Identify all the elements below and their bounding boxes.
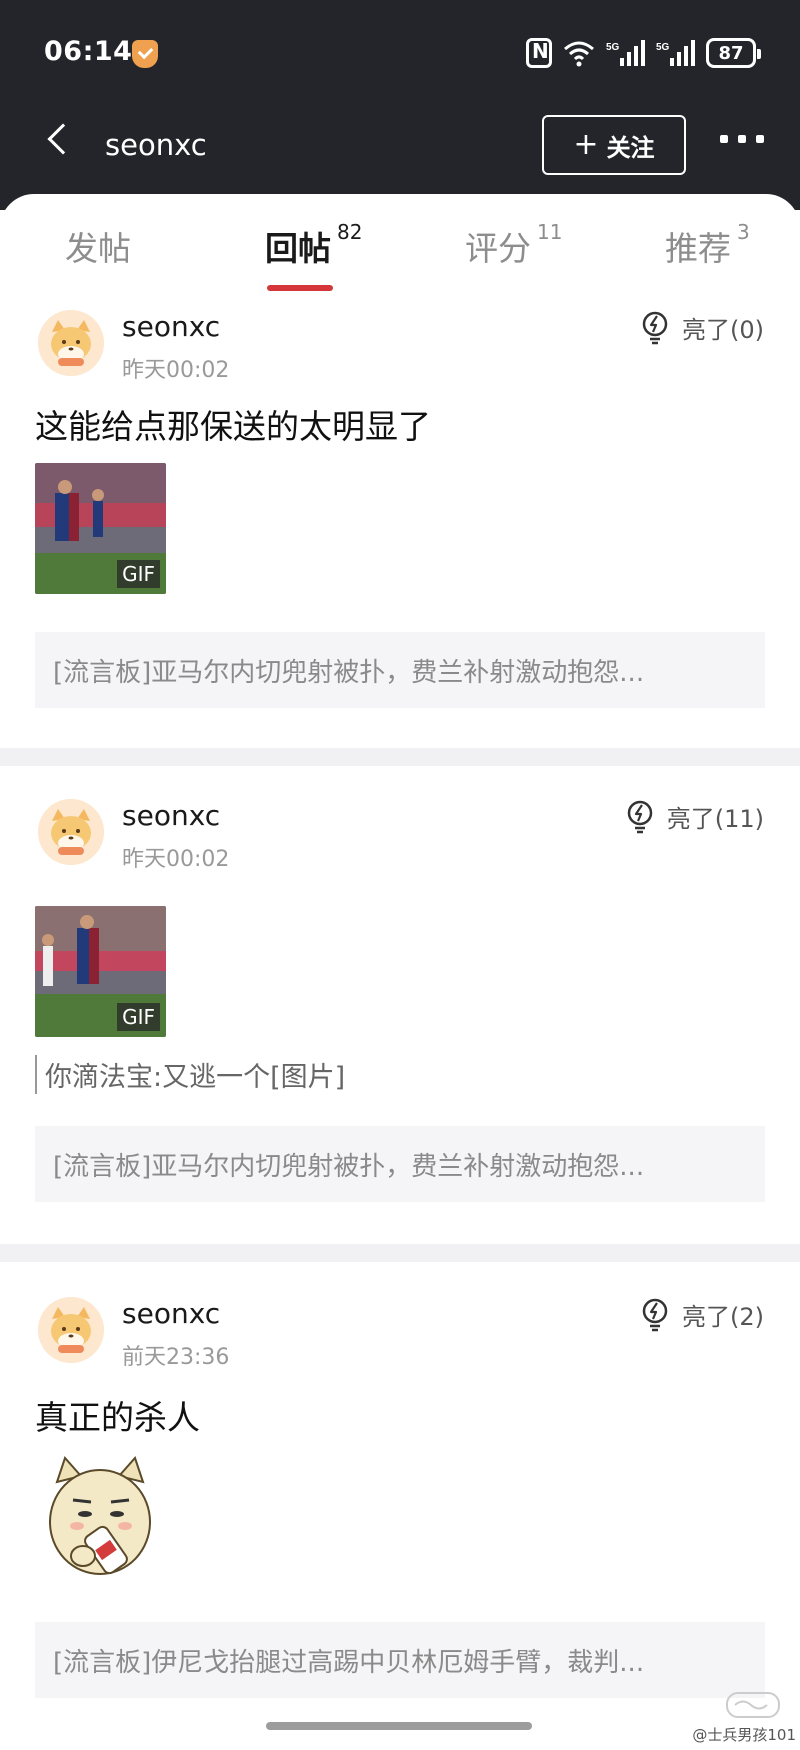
avatar[interactable]: [38, 1297, 104, 1363]
tab-count: 11: [537, 220, 563, 244]
divider: [0, 748, 800, 766]
tab-replies[interactable]: 回帖 82: [265, 220, 363, 270]
like-button[interactable]: 亮了(11): [625, 799, 764, 834]
like-label: 亮了(2): [682, 1303, 764, 1331]
thread-reference[interactable]: [流言板]亚马尔内切兜射被扑，费兰补射激动抱怨...: [35, 1126, 765, 1202]
sticker-image[interactable]: [35, 1452, 166, 1582]
post-time: 昨天00:02: [122, 847, 230, 872]
username[interactable]: seonxc: [122, 1297, 220, 1330]
shield-icon: [132, 40, 158, 68]
watermark: @士兵男孩101: [692, 1726, 796, 1744]
like-button[interactable]: 亮了(2): [640, 1297, 764, 1332]
svg-text:5G: 5G: [606, 42, 620, 53]
battery-icon: 87: [706, 38, 761, 68]
watermark-logo: [726, 1692, 780, 1718]
username[interactable]: seonxc: [122, 799, 220, 832]
post-gif[interactable]: GIF: [35, 463, 166, 594]
tab-posts[interactable]: 发帖: [65, 222, 131, 270]
follow-label: 关注: [606, 133, 655, 162]
tab-label: 回帖: [265, 229, 331, 268]
like-label: 亮了(0): [682, 316, 764, 344]
username[interactable]: seonxc: [122, 310, 220, 343]
post-time: 昨天00:02: [122, 358, 230, 383]
gif-badge: GIF: [117, 560, 160, 588]
tab-indicator: [267, 285, 333, 291]
post-time: 前天23:36: [122, 1345, 230, 1370]
lightbulb-icon: [642, 311, 668, 344]
signal-icon: 5G: [606, 38, 646, 68]
tab-label: 评分: [465, 229, 531, 268]
status-time: 06:14: [44, 36, 133, 67]
follow-button[interactable]: + 关注: [542, 115, 686, 175]
post-text: 真正的杀人: [35, 1398, 200, 1437]
tab-recommend[interactable]: 推荐 3: [665, 220, 750, 270]
tab-bar: 发帖 回帖 82 评分 11 推荐 3: [0, 194, 800, 294]
avatar[interactable]: [38, 310, 104, 376]
thread-reference[interactable]: [流言板]伊尼戈抬腿过高踢中贝林厄姆手臂，裁判...: [35, 1622, 765, 1698]
status-icons: 5G 5G 87: [526, 38, 761, 68]
page-title: seonxc: [105, 128, 207, 162]
signal-icon: 5G: [656, 38, 696, 68]
tab-count: 82: [337, 220, 363, 244]
nfc-icon: [526, 38, 552, 68]
more-icon[interactable]: [720, 135, 764, 143]
lightbulb-icon: [627, 800, 652, 833]
like-label: 亮了(11): [666, 805, 764, 833]
thread-reference[interactable]: [流言板]亚马尔内切兜射被扑，费兰补射激动抱怨...: [35, 632, 765, 708]
content-sheet: 发帖 回帖 82 评分 11 推荐 3 seonxc 昨天00:02 亮了(0)…: [0, 194, 800, 1750]
divider: [0, 1244, 800, 1262]
lightbulb-icon: [642, 1298, 668, 1331]
post-gif[interactable]: GIF: [35, 906, 166, 1037]
wifi-icon: [562, 38, 596, 68]
plus-icon: +: [573, 127, 599, 162]
like-button[interactable]: 亮了(0): [640, 310, 764, 345]
tab-label: 发帖: [65, 229, 131, 268]
svg-text:5G: 5G: [656, 42, 670, 53]
tab-count: 3: [737, 220, 750, 244]
post-text: 这能给点那保送的太明显了: [35, 407, 431, 446]
quoted-reply[interactable]: 你滴法宝:又逃一个[图片]: [35, 1055, 345, 1094]
top-bar: 06:14 5G: [0, 0, 800, 210]
tab-ratings[interactable]: 评分 11: [465, 220, 563, 270]
back-icon[interactable]: [47, 123, 79, 155]
gif-badge: GIF: [117, 1003, 160, 1031]
home-indicator[interactable]: [266, 1722, 532, 1730]
avatar[interactable]: [38, 799, 104, 865]
tab-label: 推荐: [665, 229, 731, 268]
